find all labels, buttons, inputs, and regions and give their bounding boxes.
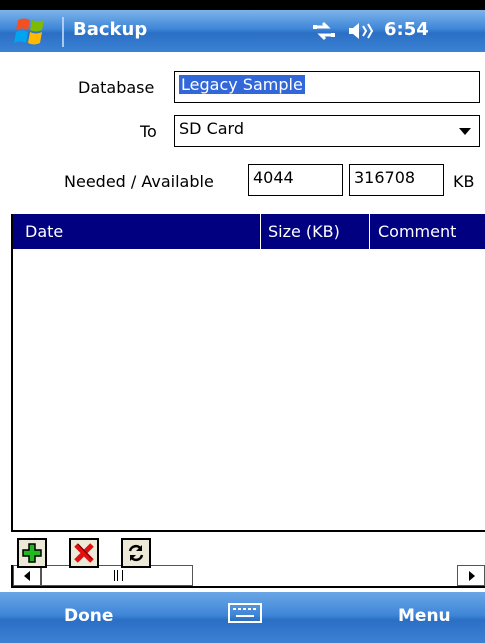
title-bar: Backup 6:54	[0, 10, 485, 52]
unit-label: KB	[453, 172, 475, 191]
keyboard-icon[interactable]	[228, 602, 262, 624]
horizontal-scrollbar[interactable]	[11, 565, 485, 588]
grip-icon	[114, 570, 123, 581]
windows-start-icon[interactable]	[13, 16, 51, 48]
plus-icon	[22, 543, 42, 563]
to-label: To	[140, 122, 157, 141]
delete-button[interactable]	[69, 538, 99, 568]
database-field[interactable]: Legacy Sample	[174, 71, 480, 103]
database-value: Legacy Sample	[179, 75, 305, 94]
connectivity-icon[interactable]	[311, 19, 337, 43]
delete-x-icon	[74, 543, 94, 563]
backup-list[interactable]: Date Size (KB) Comment	[11, 214, 485, 532]
needed-available-label: Needed / Available	[64, 172, 214, 191]
done-button[interactable]: Done	[64, 606, 144, 626]
column-header-size[interactable]: Size (KB)	[260, 214, 369, 249]
available-field: 316708	[349, 164, 444, 196]
column-header-comment[interactable]: Comment	[369, 214, 485, 249]
volume-icon[interactable]	[347, 20, 379, 42]
clock[interactable]: 6:54	[384, 19, 429, 40]
destination-select[interactable]: SD Card	[174, 115, 480, 147]
available-value: 316708	[354, 168, 416, 187]
app-title: Backup	[73, 19, 148, 40]
database-label: Database	[78, 78, 155, 97]
scroll-left-icon[interactable]	[13, 565, 41, 586]
needed-field: 4044	[248, 164, 343, 196]
needed-value: 4044	[253, 168, 294, 187]
scrollbar-track[interactable]	[193, 565, 457, 586]
scroll-right-icon[interactable]	[457, 565, 485, 586]
chevron-down-icon[interactable]	[459, 128, 471, 135]
refresh-button[interactable]	[121, 538, 151, 568]
refresh-icon	[128, 544, 144, 562]
list-header: Date Size (KB) Comment	[13, 214, 485, 249]
scrollbar-thumb[interactable]	[41, 565, 193, 586]
add-button[interactable]	[17, 538, 47, 568]
title-separator	[62, 17, 64, 47]
destination-value: SD Card	[179, 119, 244, 138]
column-header-date[interactable]: Date	[13, 214, 260, 249]
main-content: Database Legacy Sample To SD Card Needed…	[0, 52, 485, 592]
menu-bar: Done Menu	[0, 592, 485, 643]
menu-button[interactable]: Menu	[398, 606, 468, 626]
